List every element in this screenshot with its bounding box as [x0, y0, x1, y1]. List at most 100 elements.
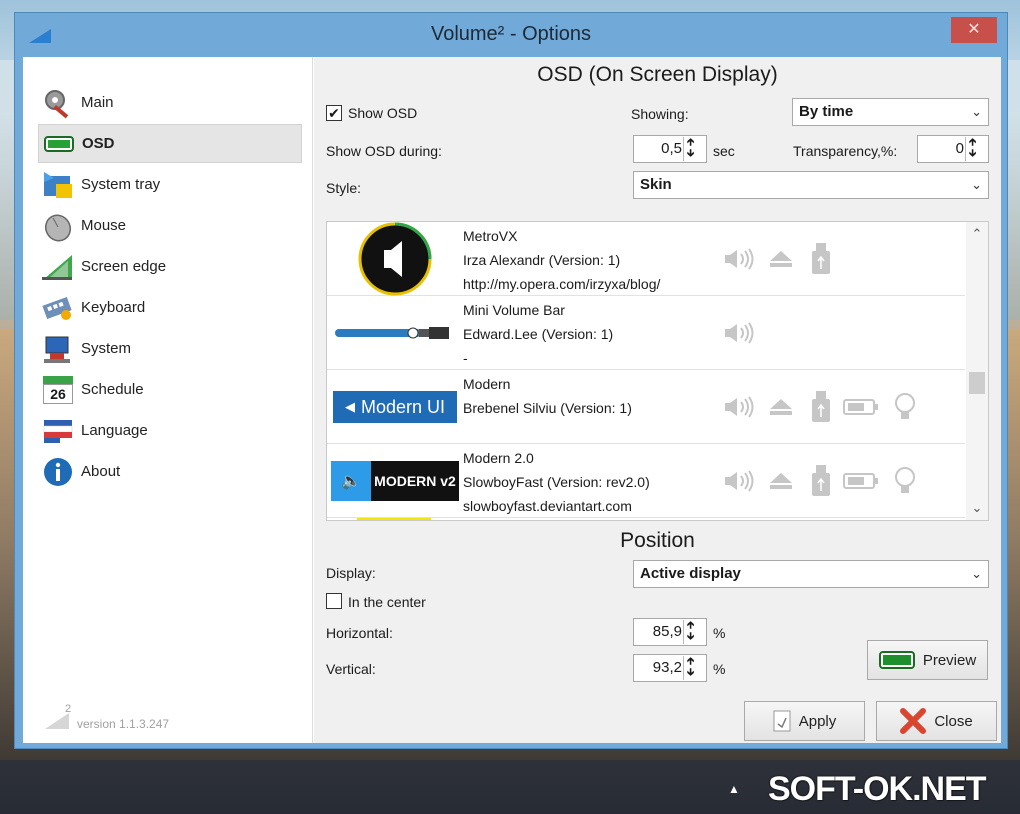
close-button[interactable]: Close: [876, 701, 997, 741]
skin-row-metrovx[interactable]: MetroVX Irza Alexandr (Version: 1) http:…: [327, 222, 965, 296]
mini-volume-bar-thumbnail: [331, 298, 459, 368]
tray-icon: [41, 168, 75, 202]
sidebar-item-osd[interactable]: OSD: [38, 124, 302, 163]
show-during-value: 0,5: [661, 140, 682, 157]
spinner-buttons[interactable]: 🡱 🡳: [683, 620, 705, 644]
preview-button[interactable]: Preview: [867, 640, 988, 680]
transparency-spinner[interactable]: 0 🡱 🡳: [917, 135, 989, 163]
osd-settings-panel: OSD (On Screen Display) ✔ Show OSD Showi…: [314, 57, 1001, 743]
window-title: Volume² - Options: [430, 23, 592, 45]
spin-down-icon[interactable]: 🡳: [969, 149, 976, 159]
flag-icon: [41, 414, 75, 448]
watermark-text: SOFT-OK.NET: [768, 770, 987, 808]
skin-list[interactable]: MetroVX Irza Alexandr (Version: 1) http:…: [326, 221, 989, 521]
spin-down-icon[interactable]: 🡳: [687, 149, 694, 159]
horizontal-value: 85,9: [652, 623, 682, 640]
skin-url: slowboyfast.deviantart.com: [463, 498, 632, 514]
osd-section-title: OSD (On Screen Display): [537, 63, 778, 86]
vertical-value: 93,2: [652, 659, 682, 676]
horizontal-label: Horizontal:: [326, 625, 393, 641]
chevron-down-icon: ⌄: [971, 177, 982, 192]
sidebar-item-screen-edge[interactable]: Screen edge: [38, 247, 302, 286]
sidebar-item-keyboard[interactable]: Keyboard: [38, 288, 302, 327]
modern-2-thumbnail: 🔈 MODERN v2: [331, 446, 459, 516]
show-osd-label: Show OSD: [348, 105, 418, 121]
tray-expand-icon[interactable]: ▲: [728, 782, 740, 796]
spin-up-icon[interactable]: 🡱: [687, 138, 694, 148]
sidebar-item-label: System: [81, 340, 132, 357]
bulb-icon: [887, 466, 923, 496]
options-window: Volume² - Options ✕ Main OSD System tray…: [14, 12, 1008, 749]
modern-thumb-text: Modern UI: [360, 396, 446, 417]
close-label: Close: [934, 712, 973, 730]
computer-icon: [41, 332, 75, 366]
showing-dropdown[interactable]: By time ⌄: [792, 98, 989, 126]
skin-author: Brebenel Silviu (Version: 1): [463, 400, 632, 416]
skin-url: -: [463, 350, 468, 366]
osd-bar-icon: [878, 651, 915, 669]
style-dropdown[interactable]: Skin ⌄: [633, 171, 989, 199]
horizontal-spinner[interactable]: 85,9 🡱 🡳: [633, 618, 707, 646]
spin-up-icon[interactable]: 🡱: [687, 621, 694, 631]
show-during-spinner[interactable]: 0,5 🡱 🡳: [633, 135, 707, 163]
info-icon: [41, 455, 75, 489]
spinner-buttons[interactable]: 🡱 🡳: [683, 137, 705, 161]
skin-row-mini-volume-bar[interactable]: Mini Volume Bar Edward.Lee (Version: 1) …: [327, 296, 965, 370]
eject-icon: [763, 466, 799, 496]
chevron-down-icon: ⌄: [971, 566, 982, 581]
sidebar-item-system[interactable]: System: [38, 329, 302, 368]
skin-author: SlowboyFast (Version: rev2.0): [463, 474, 650, 490]
spin-down-icon[interactable]: 🡳: [687, 632, 694, 642]
display-dropdown[interactable]: Active display ⌄: [633, 560, 989, 588]
title-bar[interactable]: Volume² - Options ✕: [15, 13, 1007, 57]
checkmark-icon: ✔: [328, 105, 340, 121]
spin-up-icon[interactable]: 🡱: [687, 657, 694, 667]
modern-2-thumb-text: MODERN v2: [371, 461, 459, 501]
calendar-icon: 26: [41, 373, 75, 407]
skin-list-scrollbar[interactable]: ⌃ ⌄: [966, 222, 988, 520]
speaker-icon: ◀: [344, 399, 355, 414]
sidebar-item-language[interactable]: Language: [38, 411, 302, 450]
spinner-buttons[interactable]: 🡱 🡳: [683, 656, 705, 680]
spinner-buttons[interactable]: 🡱 🡳: [965, 137, 987, 161]
osd-bar-icon: [42, 127, 76, 161]
scroll-down-icon[interactable]: ⌄: [966, 500, 988, 516]
show-during-unit: sec: [713, 143, 735, 159]
sidebar-item-schedule[interactable]: 26 Schedule: [38, 370, 302, 409]
showing-label: Showing:: [631, 106, 689, 122]
position-section-title: Position: [620, 529, 695, 552]
eject-icon: [763, 392, 799, 422]
skin-author: Irza Alexandr (Version: 1): [463, 252, 621, 268]
sidebar-item-system-tray[interactable]: System tray: [38, 165, 302, 204]
skin-name: MetroVX: [463, 228, 518, 244]
sidebar-item-mouse[interactable]: Mouse: [38, 206, 302, 245]
close-x-icon: [900, 708, 927, 734]
volume-logo-icon: [45, 713, 69, 729]
show-osd-checkbox[interactable]: ✔: [326, 105, 342, 121]
vertical-spinner[interactable]: 93,2 🡱 🡳: [633, 654, 707, 682]
display-value: Active display: [640, 565, 741, 582]
scrollbar-thumb[interactable]: [969, 372, 985, 394]
skin-row-modern-2[interactable]: 🔈 MODERN v2 Modern 2.0 SlowboyFast (Vers…: [327, 444, 965, 518]
sidebar-item-label: Language: [81, 422, 148, 439]
scroll-up-icon[interactable]: ⌃: [966, 226, 988, 242]
sidebar-item-main[interactable]: Main: [38, 83, 302, 122]
spin-down-icon[interactable]: 🡳: [687, 668, 694, 678]
skin-author: Edward.Lee (Version: 1): [463, 326, 614, 342]
next-skin-peek: [357, 518, 431, 520]
sidebar-item-about[interactable]: About: [38, 452, 302, 491]
spin-up-icon[interactable]: 🡱: [969, 138, 976, 148]
apply-button[interactable]: Apply: [744, 701, 865, 741]
skin-row-modern[interactable]: ◀ Modern UI Modern Brebenel Silviu (Vers…: [327, 370, 965, 444]
gear-wrench-icon: [41, 86, 75, 120]
in-center-checkbox[interactable]: [326, 593, 342, 609]
skin-name: Modern: [463, 376, 511, 392]
sidebar-item-label: Main: [81, 94, 114, 111]
window-close-button[interactable]: ✕: [951, 17, 997, 43]
sidebar-item-label: System tray: [81, 176, 161, 193]
transparency-label: Transparency,%:: [793, 143, 898, 159]
skin-name: Modern 2.0: [463, 450, 534, 466]
keyboard-icon: [41, 291, 75, 325]
sidebar-item-label: Schedule: [81, 381, 144, 398]
volume-icon: [721, 318, 757, 348]
